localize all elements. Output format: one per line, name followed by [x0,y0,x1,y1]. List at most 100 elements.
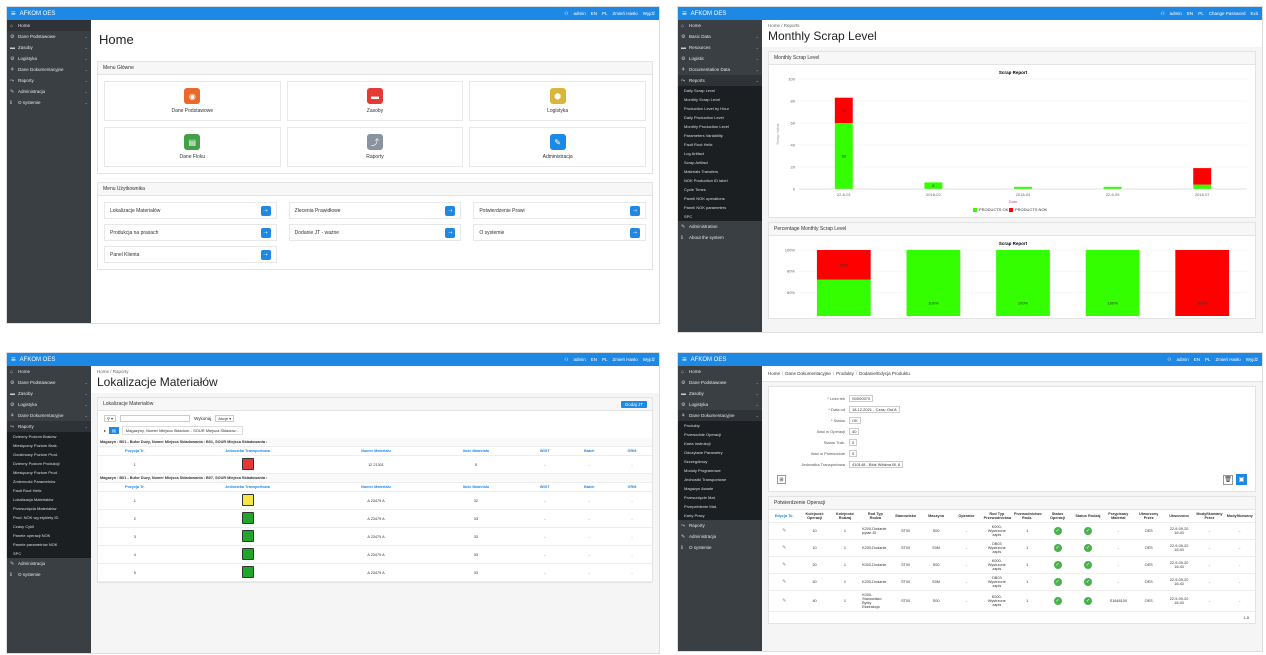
user-name[interactable]: admin [573,11,585,17]
edit-icon[interactable]: ✎ [769,556,800,574]
sidebar-item-administration[interactable]: ✎ Administration [678,221,762,232]
sidebar-subitem-miesie-czny-poziom-prod[interactable]: Miesięczny Poziom Prod. [7,468,91,477]
column-header[interactable]: Jednostka Transportowa [171,482,324,492]
collapse-icon[interactable]: ▸ [104,428,106,433]
crumb-reports[interactable]: Reports [784,23,800,28]
column-header[interactable]: Pozycja Tr. [98,482,172,492]
link-zlecenia-prawid-owe[interactable]: Zlecenia Prawidłowe ⇢ [288,202,462,219]
edit-icon[interactable]: ✎ [769,573,800,591]
open-link-icon[interactable]: ⇢ [445,205,456,216]
sidebar-subitem-karty-pracy[interactable]: Karty Pracy [678,511,762,520]
lang-pl[interactable]: PL [1198,11,1204,17]
table-row[interactable]: ✎ 20 1 K000-Dodanie ST00 S00- K000-Wystrzone z… [769,556,1255,574]
column-header[interactable]: Ilość Materiału [428,446,524,456]
sidebar-item-zasoby[interactable]: ▬ Zasoby ⌄ [7,42,91,53]
open-link-icon[interactable]: ⇢ [630,205,640,216]
sidebar-item-dane-podstawowe[interactable]: ⚙ Dane Podstawowe ⌄ [7,377,91,388]
sidebar-item-dane-podstawowe[interactable]: ⚙ Dane Podstawowe ⌄ [678,377,762,388]
hamburger-icon[interactable]: ≡ [11,9,16,18]
sidebar-item-dane-dokumentacyjne[interactable]: ⚘ Dane Dokumentacyjne ⌄ [7,64,91,75]
sidebar-item-o-systemie[interactable]: ℹ O systemie ⌄ [7,97,91,108]
user-name[interactable]: admin [573,357,585,363]
sidebar-subitem-parameters-variability[interactable]: Parameters Variability [678,131,762,140]
hamburger-icon[interactable]: ≡ [682,9,687,18]
sidebar-item-o-systemie[interactable]: ℹ O systemie [678,542,762,553]
sidebar-item-dane-podstawowe[interactable]: ⚙ Dane Podstawowe ⌄ [7,31,91,42]
sidebar-item-logistyka[interactable]: ⚙ Logistyka ⌄ [678,399,762,410]
sidebar-subitem-dzienny-poziom-produkcji[interactable]: Dzienny Poziom Produkcji [7,459,91,468]
column-header[interactable]: Batch [566,446,612,456]
column-header[interactable]: WIGT [523,482,567,492]
column-header[interactable]: GRM [611,482,652,492]
sidebar-item-raporty[interactable]: ⤳ Raporty [678,520,762,531]
tile-raporty[interactable]: ⤴ Raporty [286,127,464,167]
crumb-home[interactable]: Home [768,23,780,28]
sidebar-subitem-spc[interactable]: SPC [678,212,762,221]
sidebar-subitem-spc[interactable]: SPC [7,549,91,558]
sidebar-item-logistyka[interactable]: ⚙ Logistyka ⌄ [7,399,91,410]
link-lokalizacje-materia-o-w[interactable]: Lokalizacje Materiałów ⇢ [104,202,277,219]
sidebar-item-raporty[interactable]: ⤳ Raporty ⌄ [7,75,91,86]
sidebar-item-dane-dokumentacyjne[interactable]: ⚘ Dane Dokumentacyjne ⌄ [678,410,762,421]
tile-dane-podstawowe[interactable]: ◉ Dane Podstawowe [104,81,281,121]
column-header[interactable]: GRM [611,446,652,456]
tile-logistyka[interactable]: ⬢ Logistyka [469,81,646,121]
sidebar-subitem-fault-root-helix[interactable]: Fault Root Helix [7,486,91,495]
sidebar-item-administracja[interactable]: ✎ Administracja [7,558,91,569]
sidebar-subitem-lokalizacja-materia-o-w[interactable]: Lokalizacja Materiałów [7,495,91,504]
column-header[interactable]: Przewodnictwo Rodz. [1012,510,1043,523]
sidebar-subitem-zmiennos-c-parametro-w[interactable]: Zmienność Parametrów [7,477,91,486]
lang-pl[interactable]: PL [1205,357,1211,363]
table-row[interactable]: 3A 23479 A 33- - - [98,527,652,546]
change-password-link[interactable]: Zmień Hasło [613,11,638,17]
column-header[interactable]: Utworzono [1163,510,1195,523]
edit-icon[interactable]: ✎ [769,522,800,540]
sidebar-item-logistic[interactable]: ⚙ Logistic ⌄ [678,53,762,64]
link-dodanie-jt-waz-ne[interactable]: Dodanie JT - ważne ⇢ [288,224,462,241]
logout-link[interactable]: Wyjdź [643,11,655,17]
hamburger-icon[interactable]: ≡ [682,355,687,364]
search-icon[interactable]: ⚲ ▾ [104,415,117,422]
sidebar-item-home[interactable]: ⌂ Home [7,20,91,31]
crumb-produkty[interactable]: Produkty [836,371,854,376]
sidebar-subitem-przewodnie-operacji[interactable]: Przewodnie Operacji [678,430,762,439]
table-row[interactable]: 1 12 21301 5- - - [98,455,652,474]
sidebar-subitem-magazyn-awarie[interactable]: Magazyn Awarie [678,484,762,493]
open-link-icon[interactable]: ⇢ [630,227,640,238]
sidebar-subitem-daily-scrap-level[interactable]: Daily Scrap Level [678,86,762,95]
column-header[interactable]: Modyfikowany Przez [1194,510,1225,523]
column-header[interactable]: Pozycja Tr. [98,446,172,456]
column-header[interactable]: WIGT [523,446,567,456]
table-row[interactable]: ✎ 10 1 K200-Dodanie pytań ID ST00 S00- K000-Wy… [769,522,1255,540]
table-row[interactable]: ✎ 40 1 K000-Stanowisko Bytky Ekstrakcja ST00… [769,590,1255,612]
table-row[interactable]: 4A 23479 A 33- - - [98,545,652,564]
sidebar-subitem-godzinowy-poziom-prod[interactable]: Godzinowy Poziom Prod. [7,450,91,459]
sidebar-subitem-production-level-by-hour[interactable]: Production Level by Hour [678,104,762,113]
column-header[interactable]: Numer Materiału [323,482,429,492]
sidebar-item-logistyka[interactable]: ⚙ Logistyka ⌄ [7,53,91,64]
sidebar-item-dane-dokumentacyjne[interactable]: ⚘ Dane Dokumentacyjne ⌄ [7,410,91,421]
lang-pl[interactable]: PL [602,357,608,363]
sidebar-subitem-log-artifact[interactable]: Log Artifact [678,149,762,158]
sidebar-subitem-panele-operacji-nok[interactable]: Panele operacji NOK [7,531,91,540]
sidebar-item-reports[interactable]: ⤳ Reports ⌄ [678,75,762,86]
change-password-link[interactable]: Zmień Hasło [1216,357,1241,363]
sidebar-subitem-karta-instrukcji[interactable]: Karta Instrukcji [678,439,762,448]
sidebar-subitem-dzienny-poziom-brako-w[interactable]: Dzienny Poziom Braków [7,432,91,441]
open-link-icon[interactable]: ⇢ [260,249,271,260]
sidebar-subitem-panele-parametro-w-nok[interactable]: Panele parametrów NOK [7,540,91,549]
form-field-jednostka-transportowa[interactable]: 410148 - Blok Włókna Bl. 6 [849,461,904,468]
expand-icon[interactable]: ⊞ [777,475,786,484]
link-panel-klienta[interactable]: Panel Klienta ⇢ [104,246,277,263]
lang-pl[interactable]: PL [602,11,608,17]
form-field-status[interactable]: OK [849,417,861,424]
change-password-link[interactable]: Change Password [1209,11,1246,17]
sidebar-subitem-czasy-cykli[interactable]: Czasy Cykli [7,522,91,531]
actions-menu[interactable]: Akcje ▾ [215,415,235,422]
save-icon[interactable]: ▣ [1236,474,1247,485]
user-name[interactable]: admin [1176,357,1188,363]
sidebar-subitem-daily-production-level[interactable]: Daily Production Level [678,113,762,122]
sidebar-subitem-nok-production-id-label[interactable]: NOK Production ID label [678,176,762,185]
open-link-icon[interactable]: ⇢ [260,205,271,216]
add-jt-button[interactable]: Dodaj JT [620,400,647,408]
